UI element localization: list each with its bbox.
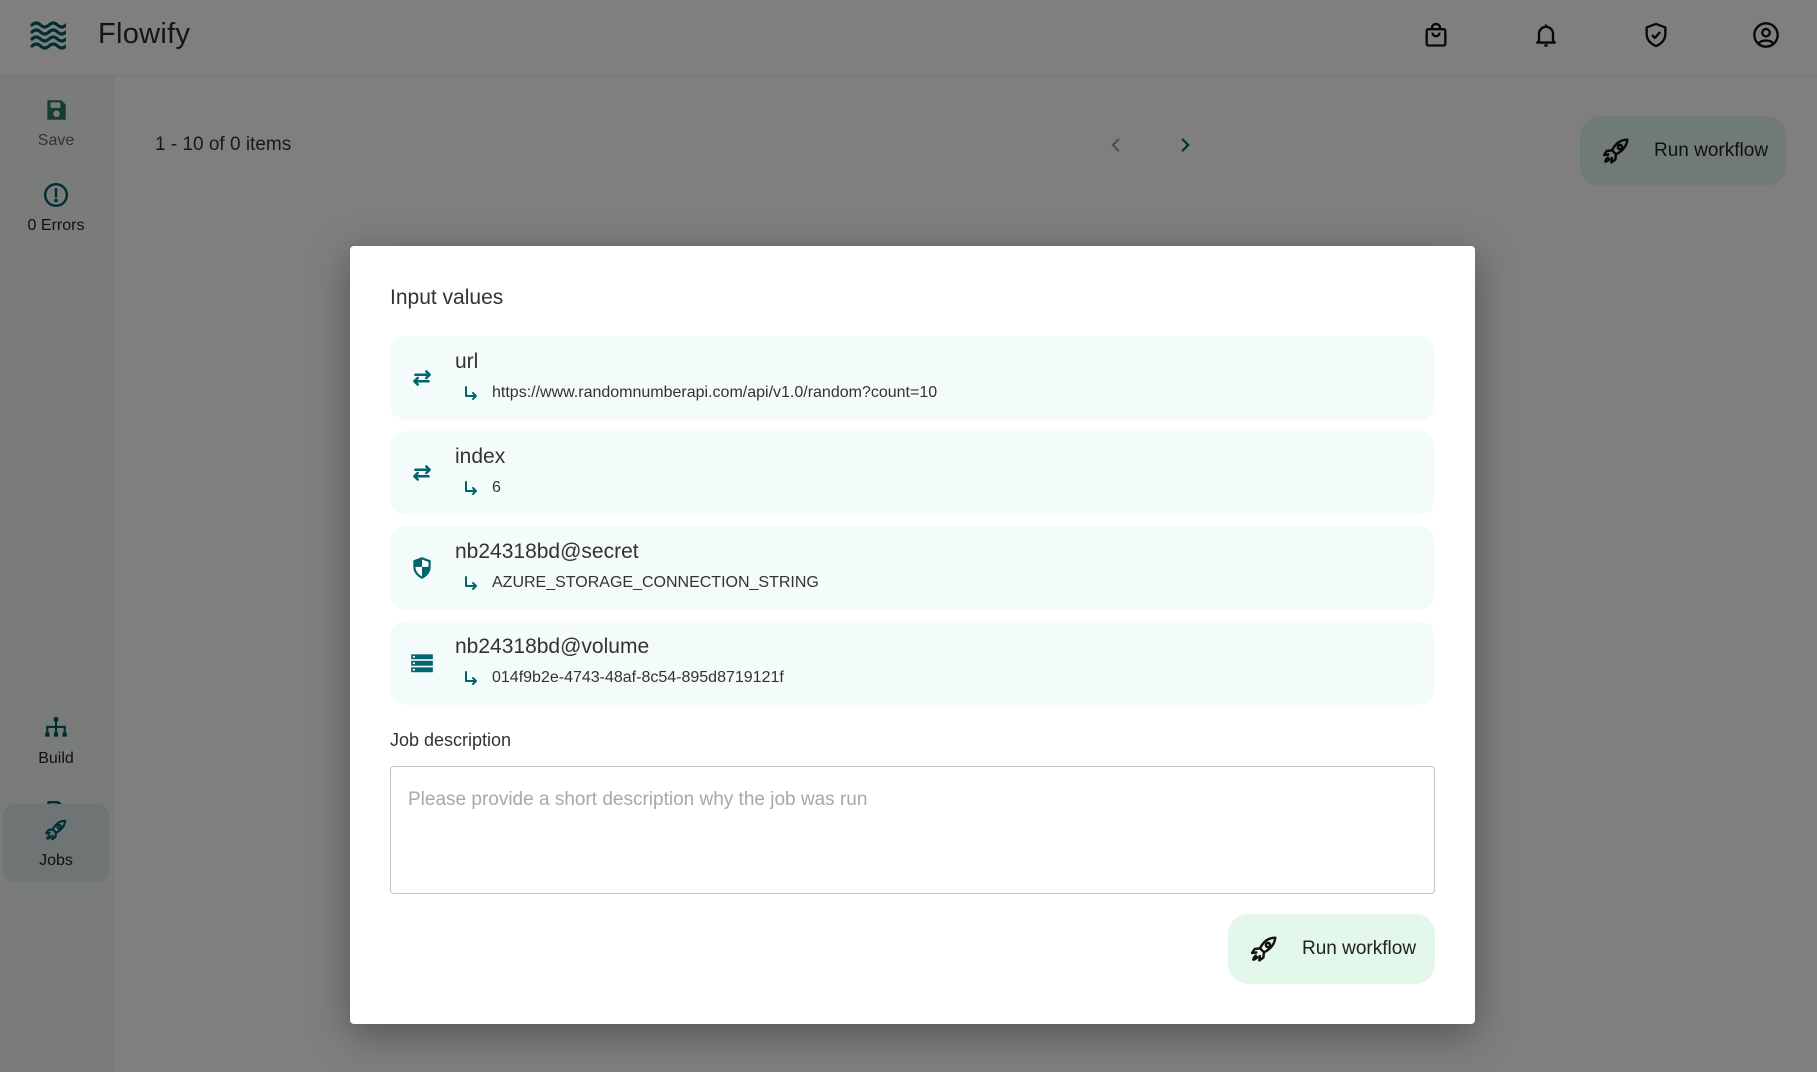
- subdirectory-arrow-icon: [462, 479, 480, 497]
- input-value-item: url https://www.randomnumberapi.com/api/…: [390, 336, 1435, 420]
- input-values-dialog: Input values url https://www.randomnumbe…: [350, 246, 1475, 1024]
- rocket-icon: [1248, 933, 1280, 965]
- input-name: index: [455, 445, 506, 468]
- swap-arrows-icon: [406, 457, 438, 489]
- input-value: https://www.randomnumberapi.com/api/v1.0…: [492, 384, 938, 401]
- subdirectory-arrow-icon: [462, 574, 480, 592]
- input-name: nb24318bd@secret: [455, 540, 639, 563]
- input-value: 6: [492, 479, 501, 496]
- storage-icon: [406, 647, 438, 679]
- input-name: nb24318bd@volume: [455, 635, 650, 658]
- subdirectory-arrow-icon: [462, 669, 480, 687]
- run-workflow-submit-label: Run workflow: [1302, 938, 1417, 959]
- swap-arrows-icon: [406, 362, 438, 394]
- input-value-item: index 6: [390, 431, 1435, 515]
- input-value-item: nb24318bd@volume 014f9b2e-4743-48af-8c54…: [390, 621, 1435, 705]
- input-value: 014f9b2e-4743-48af-8c54-895d8719121f: [492, 669, 784, 686]
- input-value-item: nb24318bd@secret AZURE_STORAGE_CONNECTIO…: [390, 526, 1435, 610]
- run-workflow-submit-button[interactable]: Run workflow: [1228, 914, 1435, 984]
- input-name: url: [455, 350, 479, 373]
- job-description-label: Job description: [390, 730, 512, 750]
- job-description-input[interactable]: [390, 766, 1435, 894]
- subdirectory-arrow-icon: [462, 384, 480, 402]
- input-value: AZURE_STORAGE_CONNECTION_STRING: [492, 574, 819, 591]
- shield-icon: [406, 552, 438, 584]
- dialog-title: Input values: [390, 286, 504, 309]
